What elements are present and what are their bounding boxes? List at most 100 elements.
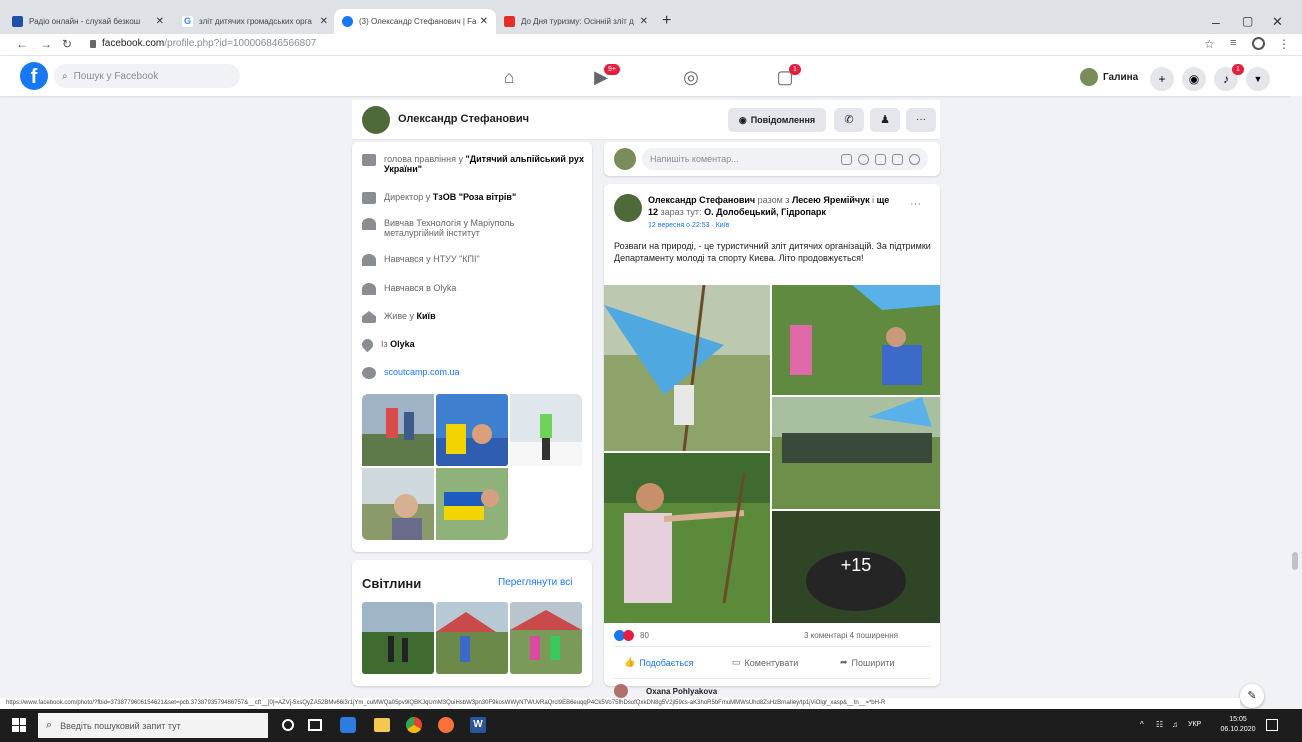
- post-author-name[interactable]: Олександр Стефанович: [648, 195, 755, 205]
- browser-tab-radio[interactable]: Радіо онлайн - слухай безкош ✕: [4, 9, 172, 34]
- facebook-search-box[interactable]: ⌕ Пошук у Facebook: [54, 64, 240, 88]
- close-tab-icon[interactable]: ✕: [640, 16, 648, 27]
- photo-thumbnail[interactable]: [510, 602, 582, 674]
- intro-link[interactable]: Київ: [417, 311, 436, 321]
- search-icon: ⌕: [46, 719, 53, 731]
- close-tab-icon[interactable]: ✕: [320, 16, 328, 27]
- new-message-icon[interactable]: ✎: [1240, 684, 1264, 708]
- featured-photo[interactable]: [436, 394, 508, 466]
- post-date[interactable]: 12 вересня о 22:53 · Київ: [648, 222, 729, 229]
- comment-button[interactable]: ▭ Коментувати: [732, 657, 798, 668]
- post-place[interactable]: О. Долобецький, Гідропарк: [704, 207, 826, 217]
- love-reaction-icon: [623, 630, 634, 641]
- featured-photo[interactable]: [510, 394, 582, 466]
- file-explorer-icon[interactable]: [374, 718, 390, 732]
- browser-tab-youtube[interactable]: До Дня туризму: Осінній зліт д ✕: [496, 9, 656, 34]
- photo-thumbnail[interactable]: [436, 602, 508, 674]
- message-button[interactable]: ◉ Повідомлення: [728, 108, 826, 132]
- page-scrollbar[interactable]: [1290, 96, 1302, 708]
- like-button[interactable]: 👍 Подобається: [624, 657, 693, 668]
- action-center-icon[interactable]: [1266, 719, 1278, 731]
- home-icon[interactable]: ⌂: [498, 66, 520, 88]
- friend-status-button[interactable]: ♟: [870, 108, 900, 132]
- commenter-name[interactable]: Oxana Pohlyakova: [646, 687, 717, 696]
- browser-tab-facebook[interactable]: (3) Олександр Стефанович | Fa ✕: [334, 9, 496, 34]
- windows-start-icon[interactable]: [12, 718, 26, 732]
- scrollbar-thumb[interactable]: [1292, 552, 1298, 570]
- post-options-icon[interactable]: ···: [910, 198, 921, 210]
- profile-avatar[interactable]: [362, 106, 390, 134]
- clock[interactable]: 15:05 06.10.2020: [1218, 715, 1258, 735]
- facebook-logo-icon[interactable]: f: [20, 62, 48, 90]
- more-button[interactable]: ···: [906, 108, 936, 132]
- minimize-button[interactable]: –: [1212, 14, 1220, 30]
- create-plus-icon[interactable]: +: [1150, 67, 1174, 91]
- reload-icon[interactable]: ↻: [62, 37, 72, 51]
- featured-photo[interactable]: [362, 394, 434, 466]
- network-icon[interactable]: ☷: [1156, 720, 1163, 729]
- intro-text: Живе у: [384, 311, 417, 321]
- cortana-icon[interactable]: [282, 719, 294, 731]
- post-photo[interactable]: [604, 285, 770, 451]
- account-icon[interactable]: [1252, 37, 1265, 50]
- intro-link[interactable]: Olyka: [390, 339, 415, 349]
- maximize-button[interactable]: ▢: [1242, 14, 1253, 28]
- thumbs-up-icon: 👍: [624, 657, 636, 667]
- search-placeholder: Пошук у Facebook: [73, 70, 159, 82]
- user-name: Галина: [1103, 71, 1139, 83]
- composer-avatar: [614, 148, 636, 170]
- photo-thumbnail[interactable]: [362, 602, 434, 674]
- featured-photo[interactable]: [362, 468, 434, 540]
- reading-list-icon[interactable]: ≡: [1230, 37, 1236, 49]
- back-arrow-icon[interactable]: ←: [16, 37, 28, 51]
- url-field[interactable]: facebook.com/profile.php?id=100006846566…: [102, 38, 316, 49]
- tagged-person[interactable]: Лесею Яремійчук: [792, 195, 870, 205]
- post-photo[interactable]: [772, 397, 940, 509]
- profile-name[interactable]: Олександр Стефанович: [398, 113, 529, 125]
- website-link[interactable]: scoutcamp.com.ua: [384, 367, 460, 379]
- groups-icon[interactable]: ◎: [680, 66, 702, 88]
- close-window-button[interactable]: ✕: [1272, 14, 1283, 30]
- post-photo-more[interactable]: +15: [772, 511, 940, 623]
- new-tab-button[interactable]: +: [662, 12, 671, 30]
- share-button[interactable]: ➦ Поширити: [840, 657, 894, 668]
- avatar-sticker-icon[interactable]: [909, 153, 920, 165]
- close-tab-icon[interactable]: ✕: [480, 16, 488, 27]
- see-all-photos-link[interactable]: Переглянути всі: [498, 577, 572, 588]
- messenger-icon[interactable]: ◉: [1182, 67, 1206, 91]
- post-photo[interactable]: [772, 285, 940, 395]
- featured-photo[interactable]: [436, 468, 508, 540]
- task-view-icon[interactable]: [308, 719, 322, 731]
- sticker-icon[interactable]: [841, 153, 852, 165]
- word-icon[interactable]: W: [470, 717, 486, 733]
- tray-chevron-up-icon[interactable]: ^: [1140, 720, 1144, 729]
- bookmark-star-icon[interactable]: ☆: [1204, 37, 1215, 51]
- clock-time: 15:05: [1229, 716, 1247, 723]
- input-language[interactable]: УКР: [1188, 721, 1201, 728]
- post-card: Олександр Стефанович разом з Лесею Яремі…: [604, 184, 940, 686]
- browser-menu-icon[interactable]: ⋮: [1278, 37, 1290, 51]
- photos-title: Світлини: [362, 576, 422, 591]
- close-tab-icon[interactable]: ✕: [156, 16, 164, 27]
- browser-tab-google[interactable]: G зліт дитячих громадських орга ✕: [174, 9, 336, 34]
- profile-sticky-header: Олександр Стефанович ◉ Повідомлення ✆ ♟ …: [352, 100, 940, 140]
- camera-icon[interactable]: [875, 153, 886, 165]
- forward-arrow-icon[interactable]: →: [40, 37, 52, 51]
- post-photo[interactable]: [604, 453, 770, 623]
- intro-link[interactable]: ТзОВ "Роза вітрів": [433, 192, 517, 202]
- intro-text: Навчався в Olyka: [384, 283, 457, 293]
- account-menu-chevron-down-icon[interactable]: ▼: [1246, 67, 1270, 91]
- taskbar-search-box[interactable]: ⌕ Введіть пошуковий запит тут: [38, 713, 268, 738]
- chrome-icon[interactable]: [406, 717, 422, 733]
- edge-icon[interactable]: [340, 717, 356, 733]
- post-author-avatar[interactable]: [614, 194, 642, 222]
- profile-shortcut[interactable]: Галина: [1080, 66, 1138, 88]
- reactions-summary[interactable]: 80: [614, 630, 649, 641]
- volume-icon[interactable]: ♫: [1172, 720, 1178, 729]
- emoji-icon[interactable]: [858, 153, 869, 165]
- comments-shares-count[interactable]: 3 коментарі 4 поширення: [804, 631, 898, 640]
- firefox-icon[interactable]: [438, 717, 454, 733]
- call-button[interactable]: ✆: [834, 108, 864, 132]
- gif-icon[interactable]: [892, 153, 903, 165]
- comment-input[interactable]: Напишіть коментар...: [642, 148, 928, 170]
